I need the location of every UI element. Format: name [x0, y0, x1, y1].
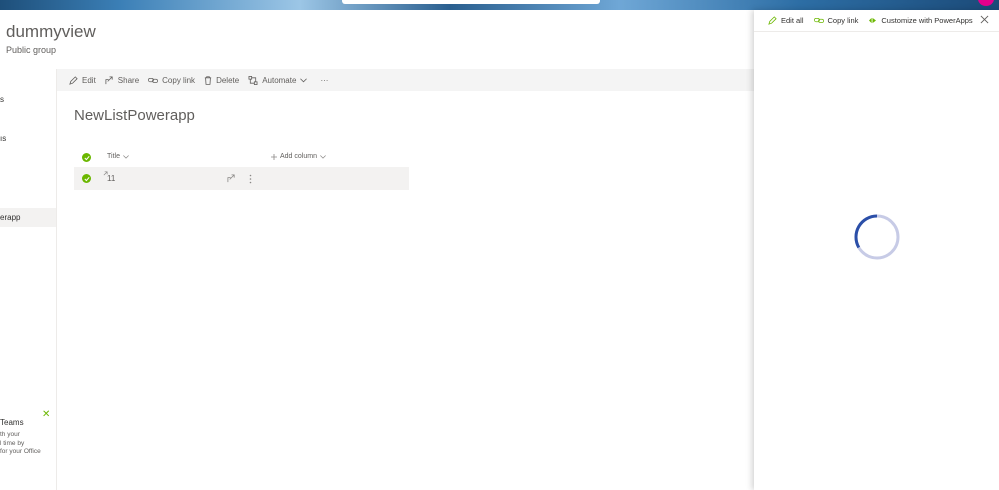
select-all-checkbox[interactable] — [82, 153, 91, 162]
add-column-label: Add column — [280, 153, 317, 160]
row-checkbox[interactable] — [82, 174, 91, 183]
edit-all-button[interactable]: Edit all — [768, 16, 804, 25]
chevron-down-icon — [300, 77, 308, 82]
automate-button[interactable]: Automate — [248, 76, 311, 85]
customize-powerapps-button[interactable]: Customize with PowerApps — [868, 16, 973, 25]
nav-item-selected[interactable]: erapp — [0, 208, 56, 227]
automate-label: Automate — [262, 75, 297, 85]
teams-callout-title: Teams — [0, 418, 24, 427]
avatar[interactable] — [978, 0, 994, 6]
teams-callout-body: th your l time by for your Office — [0, 431, 41, 455]
plus-icon — [271, 153, 277, 160]
row-title-cell[interactable]: 11 — [107, 174, 115, 183]
chevron-down-icon — [320, 154, 326, 159]
pencil-icon — [69, 75, 78, 85]
edit-label: Edit — [82, 75, 96, 85]
share-icon[interactable] — [227, 174, 236, 183]
trash-icon — [204, 75, 212, 85]
share-button[interactable]: Share — [105, 76, 139, 85]
close-icon[interactable] — [980, 15, 989, 24]
list-row[interactable]: 11 — [74, 167, 409, 190]
column-header-title-label: Title — [107, 153, 120, 160]
powerapps-icon — [869, 17, 877, 24]
checkmark-icon — [83, 155, 90, 160]
panel-copy-link-label: Copy link — [827, 16, 859, 25]
share-icon — [105, 75, 113, 84]
pencil-icon — [768, 16, 777, 25]
customize-powerapps-label: Customize with PowerApps — [881, 16, 973, 25]
more-options-icon[interactable] — [249, 174, 252, 184]
site-title[interactable]: dummyview — [6, 22, 96, 42]
search-box[interactable] — [342, 0, 600, 4]
copy-link-button[interactable]: Copy link — [148, 76, 195, 85]
loading-spinner-icon — [854, 214, 900, 260]
more-label: ··· — [320, 75, 329, 85]
flow-icon — [248, 75, 258, 85]
delete-label: Delete — [216, 75, 240, 85]
suite-header-banner — [0, 0, 999, 10]
item-details-panel: Edit all Copy link Customize with PowerA… — [754, 10, 999, 490]
nav-item[interactable]: s — [0, 95, 4, 104]
list-header: Title Add column — [74, 149, 409, 166]
share-label: Share — [117, 75, 140, 85]
site-subtitle: Public group — [6, 45, 57, 55]
edit-button[interactable]: Edit — [69, 76, 96, 85]
add-column-button[interactable]: Add column — [271, 153, 326, 160]
command-bar: Edit Share Copy link Delete Automate ··· — [57, 69, 754, 91]
column-header-title[interactable]: Title — [107, 153, 129, 160]
edit-all-label: Edit all — [781, 16, 804, 25]
checkmark-icon — [83, 176, 90, 181]
link-icon — [148, 77, 159, 83]
more-button[interactable]: ··· — [320, 76, 328, 85]
list-title: NewListPowerapp — [74, 107, 195, 124]
panel-command-bar: Edit all Copy link Customize with PowerA… — [754, 10, 999, 32]
link-icon — [813, 18, 824, 23]
nav-item[interactable]: ıs — [0, 134, 6, 143]
chevron-down-icon — [123, 154, 129, 159]
delete-button[interactable]: Delete — [204, 76, 239, 85]
close-icon[interactable]: ✕ — [42, 409, 50, 420]
copy-link-label: Copy link — [162, 75, 196, 85]
panel-copy-link-button[interactable]: Copy link — [813, 16, 859, 25]
